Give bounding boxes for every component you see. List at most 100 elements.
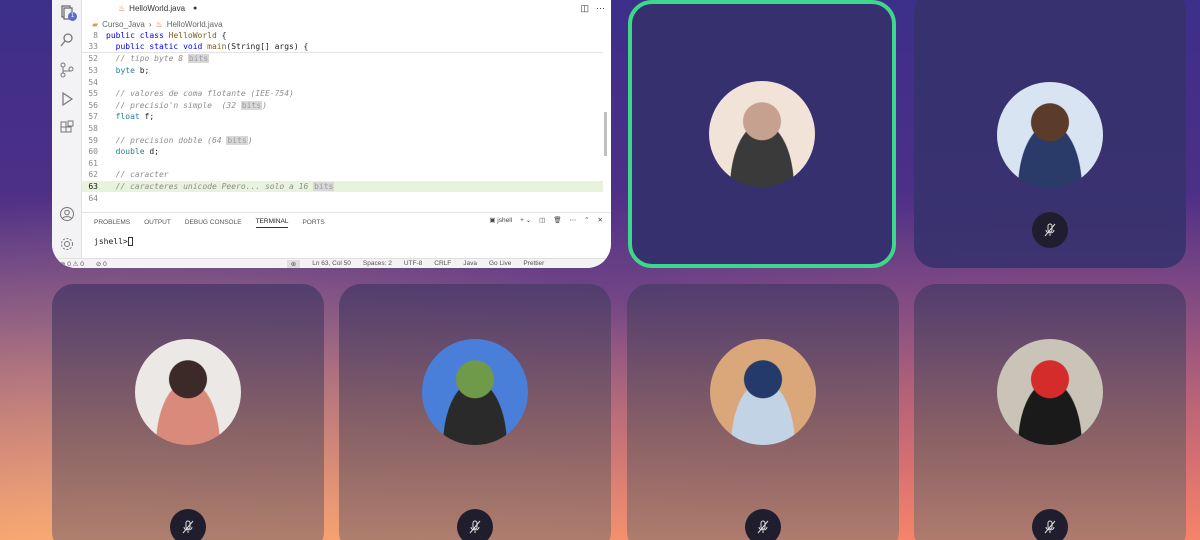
account-icon[interactable]	[59, 206, 75, 222]
prettier-status[interactable]: Prettier	[523, 260, 544, 267]
line-ending[interactable]: CRLF	[434, 260, 451, 267]
terminal-selector[interactable]: ▣ jshell	[489, 216, 512, 224]
line-number: 33	[88, 42, 98, 52]
code-line[interactable]: 52 // tipo byte 8 bits	[82, 53, 603, 65]
highlighted-word: bits	[226, 135, 248, 145]
editor-tab[interactable]: ♨ HelloWorld.java ● ◫ ⋯	[82, 0, 611, 16]
line-number: 64	[88, 193, 98, 203]
code-line[interactable]: 56 // precisio'n simple (32 bits)	[82, 100, 603, 112]
ports-status[interactable]: ⊘ 0	[96, 260, 107, 268]
terminal-name: jshell	[497, 217, 513, 224]
code-editor[interactable]: 8 public class HelloWorld {33 public stat…	[82, 30, 603, 204]
participant-avatar	[997, 81, 1103, 188]
code-token: double	[106, 147, 145, 157]
editor-tab-title: HelloWorld.java	[129, 3, 186, 13]
trash-icon[interactable]: 🗑	[553, 216, 561, 224]
editor-scrollbar[interactable]	[604, 112, 607, 156]
panel-tab-ports[interactable]: PORTS	[302, 219, 324, 226]
code-line[interactable]: 57 float f;	[82, 111, 603, 123]
split-terminal-icon[interactable]: ◫	[539, 216, 545, 224]
code-line[interactable]: 64	[82, 192, 603, 204]
settings-gear-icon[interactable]	[59, 236, 75, 252]
more-icon[interactable]: ⋯	[570, 216, 577, 224]
line-number: 59	[88, 135, 98, 145]
line-number: 55	[88, 89, 98, 99]
muted-mic-icon	[745, 509, 781, 540]
line-number: 57	[88, 112, 98, 122]
participant-tile-active-speaker[interactable]	[628, 0, 896, 268]
breadcrumb-folder[interactable]: Curso_Java	[102, 20, 145, 29]
code-comment: // tipo byte 8	[106, 54, 188, 64]
go-live-button[interactable]: Go Live	[489, 260, 511, 267]
breadcrumb-file[interactable]: HelloWorld.java	[167, 20, 223, 29]
code-token: public static void	[106, 42, 208, 52]
muted-mic-icon	[457, 509, 493, 540]
code-line[interactable]: 8 public class HelloWorld {	[82, 30, 603, 42]
panel-tab-terminal[interactable]: TERMINAL	[255, 218, 289, 228]
more-actions-icon[interactable]: ⋯	[596, 3, 605, 14]
highlighted-word: bits	[313, 182, 335, 192]
participant-tile[interactable]	[627, 284, 899, 540]
panel-tab-debug-console[interactable]: DEBUG CONSOLE	[185, 219, 242, 226]
participant-avatar	[997, 339, 1103, 445]
split-editor-icon[interactable]: ◫	[580, 3, 589, 14]
code-line[interactable]: 60 double d;	[82, 146, 603, 158]
language-mode[interactable]: Java	[463, 260, 477, 267]
new-terminal-icon[interactable]: + ⌄	[520, 216, 531, 224]
code-line[interactable]: 55 // valores de coma flotante (IEE-754)	[82, 88, 603, 100]
explorer-badge: 1	[68, 12, 77, 21]
search-icon[interactable]	[59, 32, 75, 48]
code-token: (String[] args) {	[226, 42, 309, 52]
indentation[interactable]: Spaces: 2	[363, 260, 392, 267]
line-number: 62	[88, 170, 98, 180]
muted-mic-icon	[170, 509, 206, 540]
code-line[interactable]: 33 public static void main (String[] args…	[82, 42, 603, 54]
run-debug-icon[interactable]	[59, 91, 75, 107]
participant-tile[interactable]	[52, 284, 324, 540]
extensions-icon[interactable]	[59, 120, 75, 136]
close-panel-icon[interactable]: ✕	[598, 216, 603, 224]
code-comment: // caracteres unicode Peero... solo a 16	[106, 182, 314, 192]
terminal-prompt: jshell>	[94, 237, 128, 246]
code-token: byte	[106, 66, 135, 76]
java-file-icon: ♨	[155, 19, 163, 29]
participant-tile[interactable]	[914, 284, 1186, 540]
code-line[interactable]: 58	[82, 123, 603, 135]
line-number: 63	[88, 182, 98, 192]
code-line[interactable]: 59 // precision doble (64 bits)	[82, 134, 603, 146]
line-number: 53	[88, 66, 98, 76]
participant-avatar	[135, 339, 241, 445]
line-number: 61	[88, 158, 98, 168]
problems-status[interactable]: ⊗ 0 ⚠ 0	[60, 260, 84, 268]
panel-actions: ▣ jshell + ⌄ ◫ 🗑 ⋯ ⌃ ✕	[489, 216, 603, 224]
participant-tile[interactable]	[339, 284, 611, 540]
highlighted-word: bits	[187, 54, 210, 64]
encoding[interactable]: UTF-8	[404, 260, 422, 267]
code-line[interactable]: 53 byte b;	[82, 65, 603, 77]
panel-tab-problems[interactable]: PROBLEMS	[94, 219, 130, 226]
maximize-panel-icon[interactable]: ⌃	[584, 216, 589, 224]
terminal[interactable]: jshell>	[94, 237, 133, 246]
participant-tile[interactable]	[914, 0, 1186, 268]
breadcrumb-separator-icon: ›	[148, 19, 152, 29]
participant-avatar	[710, 339, 816, 445]
code-token: b;	[134, 66, 150, 76]
code-line[interactable]: 62 // caracter	[82, 169, 603, 181]
code-token: main	[207, 42, 227, 52]
line-number: 58	[88, 124, 98, 134]
line-number: 8	[93, 31, 98, 41]
code-token: {	[216, 31, 227, 41]
code-comment: )	[262, 100, 267, 110]
panel-tab-output[interactable]: OUTPUT	[144, 219, 171, 226]
code-token: f;	[139, 112, 155, 122]
source-control-icon[interactable]	[59, 62, 75, 78]
cursor-position[interactable]: Ln 63, Col 50	[312, 260, 351, 267]
code-line[interactable]: 61	[82, 158, 603, 170]
code-line[interactable]: 63 // caracteres unicode Peero... solo a…	[82, 180, 603, 193]
unsaved-dot-icon: ●	[193, 4, 198, 12]
zoom-icon[interactable]: ⊕	[286, 259, 301, 268]
java-file-icon: ♨	[118, 3, 126, 13]
code-line[interactable]: 54	[82, 76, 603, 88]
code-token: public class	[106, 31, 169, 41]
code-comment: // caracter	[106, 170, 169, 180]
